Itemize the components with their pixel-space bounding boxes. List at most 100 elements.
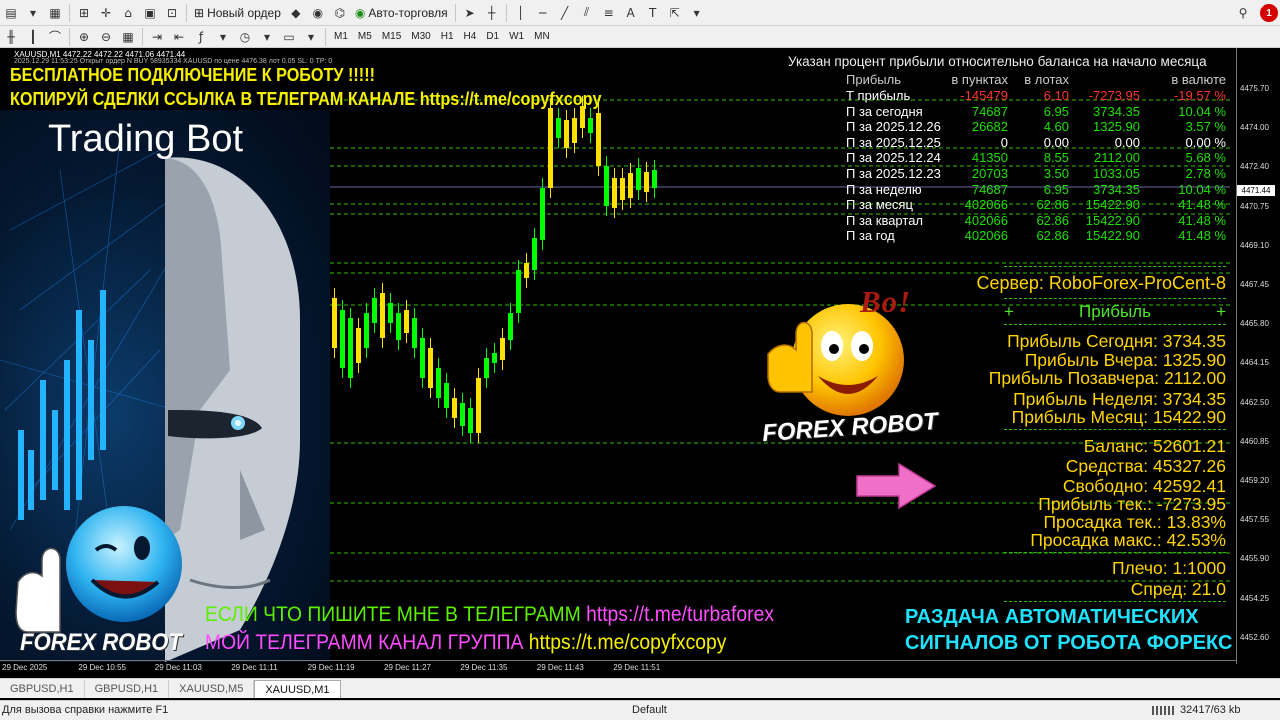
divider [1004, 429, 1226, 430]
vertical-line-icon[interactable]: │ [510, 3, 532, 23]
timeframe-h1[interactable]: H1 [436, 28, 459, 46]
search-icon[interactable]: ⚲ [1232, 3, 1254, 23]
candle-body [436, 368, 441, 398]
timeframe-mn[interactable]: MN [529, 28, 555, 46]
fibonacci-icon[interactable]: ≡ [598, 3, 620, 23]
tab-gbpusd-h1[interactable]: GBPUSD,H1 [0, 680, 85, 698]
candle-body [468, 408, 473, 433]
channel-icon[interactable]: ⫽ [576, 3, 598, 23]
profiles-icon[interactable]: ▦ [44, 3, 66, 23]
line-chart-icon[interactable]: ⌒ [44, 27, 66, 47]
candle-body [500, 338, 505, 360]
profit-cell: 0.00 % [1185, 134, 1226, 150]
dropdown-icon[interactable]: ▾ [22, 3, 44, 23]
divider [1004, 266, 1226, 267]
window-controls: ⚲ 1 [1232, 0, 1280, 26]
dropdown-icon[interactable]: ▾ [300, 27, 322, 47]
copy-trades-banner: КОПИРУЙ СДЕЛКИ ССЫЛКА В ТЕЛЕГРАМ КАНАЛЕ … [10, 89, 602, 109]
telegram-channel-link[interactable]: https://t.me/copyfxcopy [529, 631, 727, 654]
timeframe-h4[interactable]: H4 [459, 28, 482, 46]
profit-cell: 10.04 % [1178, 103, 1226, 119]
candle-body [524, 263, 529, 278]
candle-body [604, 166, 609, 206]
telegram-channel-text: МОЙ ТЕЛЕГРАММ КАНАЛ ГРУППА [205, 631, 524, 654]
market-watch-icon[interactable]: ⊞ [73, 3, 95, 23]
price-tick: 4467.45 [1240, 280, 1269, 289]
candle-body [364, 313, 369, 348]
text-icon[interactable]: A [620, 3, 642, 23]
trendline-icon[interactable]: ╱ [554, 3, 576, 23]
free-connection-banner: БЕСПЛАТНОЕ ПОДКЛЮЧЕНИЕ К РОБОТУ !!!!! [10, 65, 375, 85]
dropdown-icon[interactable]: ▾ [686, 3, 708, 23]
new-chart-icon[interactable]: ▤ [0, 3, 22, 23]
indicators-icon[interactable]: ƒ [190, 27, 212, 47]
bar-chart-icon[interactable]: ╫ [0, 27, 22, 47]
horizontal-line-icon[interactable]: ─ [532, 3, 554, 23]
candle-body [484, 358, 489, 378]
chart-shift-icon[interactable]: ⇤ [168, 27, 190, 47]
profit-cell: -19.57 % [1173, 88, 1226, 103]
tile-windows-icon[interactable]: ▦ [117, 27, 139, 47]
dropdown-icon[interactable]: ▾ [256, 27, 278, 47]
new-order-button[interactable]: ⊞ Новый ордер [190, 3, 285, 23]
separator [69, 27, 70, 46]
timeframe-m1[interactable]: M1 [329, 28, 353, 46]
crosshair-icon[interactable]: ┼ [481, 3, 503, 23]
notification-badge[interactable]: 1 [1260, 4, 1278, 22]
text-label-icon[interactable]: T [642, 3, 664, 23]
timeframe-m15[interactable]: M15 [377, 28, 406, 46]
navigator-icon[interactable]: ⌂ [117, 3, 139, 23]
price-tick: 4455.90 [1240, 554, 1269, 564]
tab-xauusd-m1[interactable]: XAUUSD,M1 [254, 680, 341, 698]
price-scale[interactable]: 4475.70 4474.00 4472.40 4470.75 4469.10 4467.… [1236, 48, 1280, 664]
zoom-in-icon[interactable]: ⊕ [73, 27, 95, 47]
terminal-icon[interactable]: ▣ [139, 3, 161, 23]
candle-body [372, 298, 377, 323]
candle-body [652, 170, 657, 188]
telegram-contact-link[interactable]: https://t.me/turbaforex [586, 603, 774, 626]
tab-gbpusd-h1-2[interactable]: GBPUSD,H1 [85, 680, 170, 698]
price-tick: 4474.00 [1240, 123, 1269, 133]
plus-sign: + [1004, 302, 1014, 321]
spread: Спред: 21.0 [1130, 579, 1226, 599]
candle-body [380, 293, 385, 338]
community-icon[interactable]: ◉ [307, 3, 329, 23]
autotrading-button[interactable]: ◉ Авто-торговля [351, 3, 452, 23]
status-profile: Default [632, 704, 667, 716]
signals-banner-line1: РАЗДАЧА АВТОМАТИЧЕСКИХ [905, 606, 1199, 628]
candle-body [428, 348, 433, 388]
zoom-out-icon[interactable]: ⊖ [95, 27, 117, 47]
profit-section-title: + Прибыль + [1004, 302, 1226, 322]
timeframe-m30[interactable]: M30 [406, 28, 435, 46]
plus-sign: + [1216, 302, 1226, 321]
time-axis[interactable]: 29 Dec 2025 29 Dec 10:55 29 Dec 11:03 29 De… [0, 660, 1236, 674]
time-tick: 29 Dec 11:19 [307, 663, 355, 672]
market-icon[interactable]: ⌬ [329, 3, 351, 23]
periods-icon[interactable]: ◷ [234, 27, 256, 47]
candles-icon[interactable]: ┃ [22, 27, 44, 47]
arrows-icon[interactable]: ⇱ [664, 3, 686, 23]
status-traffic: 32417/63 kb [1180, 704, 1241, 716]
profit-cell: 3.57 % [1185, 119, 1226, 135]
winking-emoji-icon [15, 506, 182, 633]
autoscroll-icon[interactable]: ⇥ [146, 27, 168, 47]
profit-today: Прибыль Сегодня: 3734.35 [1007, 331, 1226, 351]
chart-window[interactable]: XAUUSD,M1 4472.22 4472.22 4471.06 4471.4… [0, 48, 1280, 672]
tab-xauusd-m5[interactable]: XAUUSD,M5 [169, 680, 255, 698]
profit-cell: 41.48 % [1178, 197, 1226, 213]
data-window-icon[interactable]: ✛ [95, 3, 117, 23]
timeframe-d1[interactable]: D1 [481, 28, 504, 46]
templates-icon[interactable]: ▭ [278, 27, 300, 47]
candle-body [612, 178, 617, 208]
candle-body [540, 188, 545, 240]
price-tick: 4469.10 [1240, 240, 1269, 250]
cursor-icon[interactable]: ➤ [459, 3, 481, 23]
timeframe-w1[interactable]: W1 [504, 28, 529, 46]
tester-icon[interactable]: ⊡ [161, 3, 183, 23]
price-tick: 4452.60 [1240, 632, 1269, 642]
time-tick: 29 Dec 11:11 [231, 663, 278, 672]
timeframe-m5[interactable]: M5 [353, 28, 377, 46]
candle-body [460, 403, 465, 426]
metaeditor-icon[interactable]: ◆ [285, 3, 307, 23]
dropdown-icon[interactable]: ▾ [212, 27, 234, 47]
